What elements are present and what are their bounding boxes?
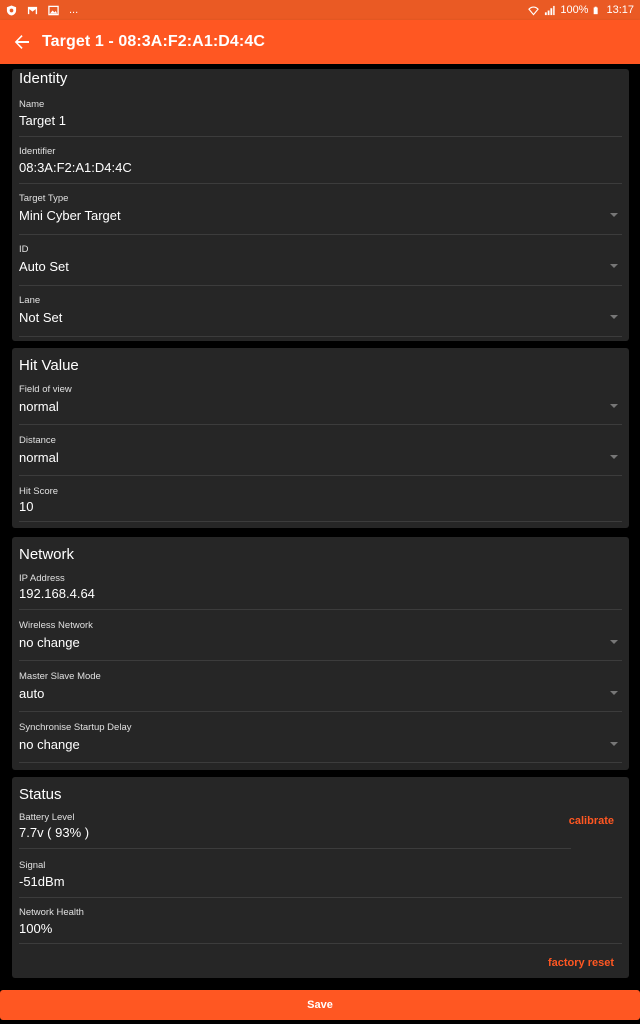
- system-status-bar: ... 100% 13:17: [0, 0, 640, 20]
- signal-field: Signal -51dBm: [19, 858, 622, 898]
- id-label: ID: [19, 244, 29, 255]
- identifier-label: Identifier: [19, 146, 56, 157]
- ip-value: 192.168.4.64: [19, 586, 95, 601]
- target-type-label: Target Type: [19, 193, 69, 204]
- distance-select[interactable]: Distance normal: [19, 433, 622, 479]
- signal-label: Signal: [19, 860, 46, 871]
- divider: [19, 848, 571, 849]
- name-label: Name: [19, 99, 45, 110]
- wireless-value: no change: [19, 635, 80, 650]
- fov-label: Field of view: [19, 384, 72, 395]
- target-type-value: Mini Cyber Target: [19, 208, 121, 223]
- distance-value: normal: [19, 450, 59, 465]
- save-button[interactable]: Save: [0, 990, 640, 1020]
- dropdown-arrow-icon: [610, 640, 618, 644]
- divider: [19, 234, 622, 235]
- image-icon: [48, 5, 59, 15]
- dropdown-arrow-icon: [610, 742, 618, 746]
- msm-label: Master Slave Mode: [19, 671, 101, 682]
- settings-scroll-area[interactable]: Identity Name Target 1 Identifier 08:3A:…: [0, 64, 640, 988]
- lane-label: Lane: [19, 295, 41, 306]
- divider: [19, 336, 622, 337]
- id-select[interactable]: ID Auto Set: [19, 240, 622, 286]
- status-card: Status Battery Level 7.7v ( 93% ) calibr…: [12, 777, 629, 978]
- ip-label: IP Address: [19, 573, 65, 584]
- identity-title: Identity: [19, 70, 68, 87]
- hit-score-value: 10: [19, 499, 34, 514]
- ip-address-field: IP Address 192.168.4.64: [19, 571, 622, 611]
- calibrate-button[interactable]: calibrate: [569, 815, 614, 827]
- wifi-icon: [528, 6, 540, 15]
- divider: [19, 183, 622, 184]
- lane-select[interactable]: Lane Not Set: [19, 291, 622, 337]
- sync-startup-delay-select[interactable]: Synchronise Startup Delay no change: [19, 720, 622, 766]
- id-value: Auto Set: [19, 259, 69, 274]
- health-value: 100%: [19, 921, 53, 936]
- network-card: Network IP Address 192.168.4.64 Wireless…: [12, 537, 629, 770]
- status-title: Status: [19, 786, 62, 803]
- back-button[interactable]: [0, 20, 44, 64]
- battery-icon: [594, 6, 599, 14]
- msm-value: auto: [19, 686, 45, 701]
- arrow-back-icon: [14, 35, 29, 49]
- wireless-network-select[interactable]: Wireless Network no change: [19, 618, 622, 664]
- fov-value: normal: [19, 399, 59, 414]
- battery-percent: 100%: [560, 4, 589, 16]
- network-title: Network: [19, 546, 75, 563]
- divider: [19, 711, 622, 712]
- divider: [19, 285, 622, 286]
- name-value: Target 1: [19, 113, 66, 128]
- divider: [19, 521, 622, 522]
- divider: [19, 475, 622, 476]
- identifier-value: 08:3A:F2:A1:D4:4C: [19, 160, 132, 175]
- more-notifications: ...: [69, 4, 79, 16]
- lane-value: Not Set: [19, 310, 63, 325]
- network-health-field: Network Health 100%: [19, 905, 622, 945]
- health-label: Network Health: [19, 907, 84, 918]
- identifier-field: Identifier 08:3A:F2:A1:D4:4C: [19, 142, 622, 184]
- battery-level-field: Battery Level 7.7v ( 93% ): [19, 811, 571, 851]
- factory-reset-button[interactable]: factory reset: [548, 957, 614, 969]
- sync-value: no change: [19, 737, 80, 752]
- sync-label: Synchronise Startup Delay: [19, 722, 132, 733]
- dropdown-arrow-icon: [610, 404, 618, 408]
- name-field[interactable]: Name Target 1: [19, 95, 622, 137]
- dropdown-arrow-icon: [610, 455, 618, 459]
- divider: [19, 609, 622, 610]
- battery-value: 7.7v ( 93% ): [19, 825, 90, 840]
- divider: [19, 762, 622, 763]
- dropdown-arrow-icon: [610, 213, 618, 217]
- divider: [19, 424, 622, 425]
- page-title: Target 1 - 08:3A:F2:A1:D4:4C: [42, 33, 265, 50]
- hit-score-field[interactable]: Hit Score 10: [19, 484, 622, 524]
- divider: [19, 136, 622, 137]
- hit-value-card: Hit Value Field of view normal Distance …: [12, 348, 629, 528]
- dropdown-arrow-icon: [610, 264, 618, 268]
- dropdown-arrow-icon: [610, 315, 618, 319]
- hit-value-title: Hit Value: [19, 357, 79, 374]
- target-type-select[interactable]: Target Type Mini Cyber Target: [19, 189, 622, 235]
- app-bar: Target 1 - 08:3A:F2:A1:D4:4C: [0, 20, 640, 64]
- divider: [19, 660, 622, 661]
- signal-value: -51dBm: [19, 874, 65, 889]
- distance-label: Distance: [19, 435, 56, 446]
- clock: 13:17: [606, 4, 634, 16]
- wireless-label: Wireless Network: [19, 620, 93, 631]
- cell-signal-icon: [545, 5, 555, 15]
- identity-card: Identity Name Target 1 Identifier 08:3A:…: [12, 69, 629, 341]
- field-of-view-select[interactable]: Field of view normal: [19, 382, 622, 428]
- hit-score-label: Hit Score: [19, 486, 59, 497]
- divider: [19, 897, 622, 898]
- divider: [19, 943, 622, 944]
- master-slave-mode-select[interactable]: Master Slave Mode auto: [19, 669, 622, 715]
- battery-label: Battery Level: [19, 812, 75, 823]
- dropdown-arrow-icon: [610, 691, 618, 695]
- shield-icon: [6, 4, 17, 16]
- gmail-icon: [27, 6, 38, 14]
